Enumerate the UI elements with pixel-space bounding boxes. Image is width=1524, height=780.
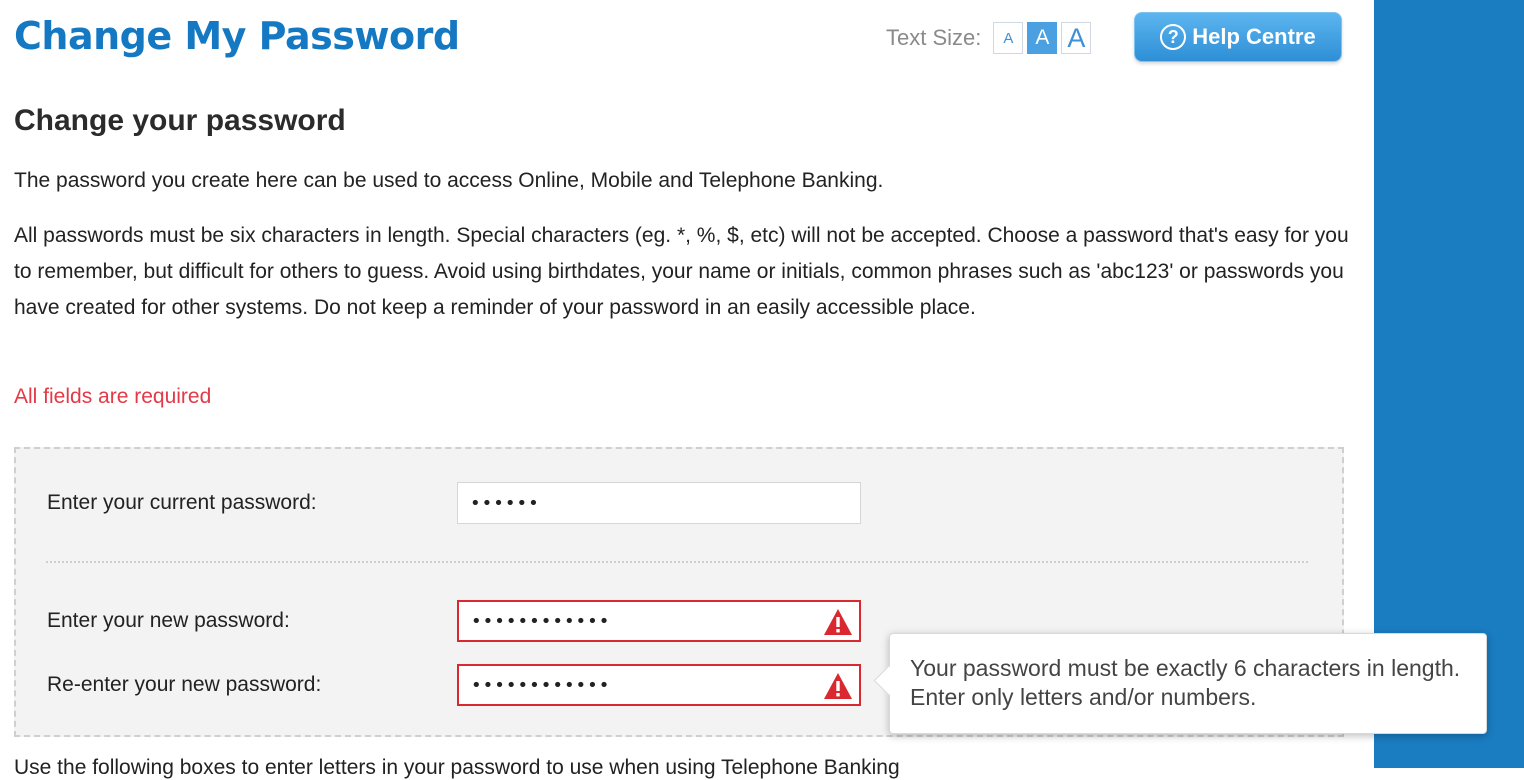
confirm-password-value: •••••••••••• (471, 674, 611, 696)
form-divider (46, 561, 1308, 563)
required-note: All fields are required (14, 385, 212, 408)
warning-icon (824, 673, 852, 699)
help-question-icon: ? (1160, 24, 1187, 50)
text-size-large-button[interactable]: A (1061, 22, 1092, 54)
confirm-password-input[interactable]: •••••••••••• (457, 664, 861, 706)
intro-text: The password you create here can be used… (14, 169, 884, 192)
page-title: Change My Password (14, 14, 460, 58)
help-centre-label: Help Centre (1192, 24, 1316, 49)
text-size-control: Text Size: A A A (886, 22, 1095, 54)
warning-icon (824, 609, 852, 635)
error-tooltip: Your password must be exactly 6 characte… (873, 633, 1487, 734)
current-password-label: Enter your current password: (47, 491, 317, 514)
text-size-label: Text Size: (886, 25, 982, 50)
text-size-medium-button[interactable]: A (1027, 22, 1058, 54)
text-size-small-button[interactable]: A (993, 22, 1024, 54)
tooltip-message: Your password must be exactly 6 characte… (910, 655, 1461, 710)
help-centre-button[interactable]: ? Help Centre (1134, 12, 1342, 62)
new-password-label: Enter your new password: (47, 609, 290, 632)
current-password-input[interactable]: •••••• (457, 482, 861, 524)
section-heading: Change your password (14, 104, 346, 137)
cutoff-text: Use the following boxes to enter letters… (14, 756, 900, 779)
confirm-password-label: Re-enter your new password: (47, 673, 322, 696)
new-password-value: •••••••••••• (471, 610, 611, 632)
password-rules-text: All passwords must be six characters in … (14, 224, 1349, 319)
new-password-input[interactable]: •••••••••••• (457, 600, 861, 642)
